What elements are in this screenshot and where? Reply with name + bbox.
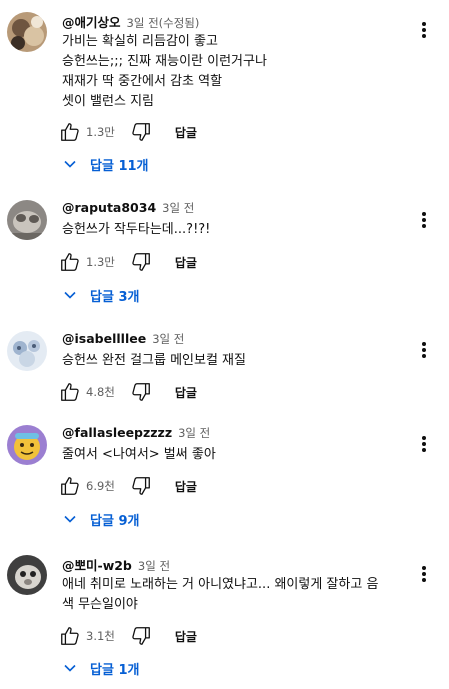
comment-author[interactable]: @애기상오 (62, 12, 121, 31)
thumbs-up-icon (61, 477, 79, 495)
avatar[interactable] (7, 555, 47, 595)
comment-author[interactable]: @뽀미-w2b (62, 555, 132, 574)
chevron-down-icon (64, 664, 76, 672)
more-actions-button[interactable] (414, 18, 434, 42)
view-replies-button[interactable]: 답글 11개 (62, 154, 149, 174)
avatar[interactable] (7, 12, 47, 52)
like-count: 4.8천 (86, 385, 115, 399)
like-button[interactable] (58, 250, 82, 274)
comment-time[interactable]: 3일 전 (138, 558, 170, 574)
comment-time[interactable]: 3일 전(수정됨) (127, 15, 200, 31)
comment-time[interactable]: 3일 전 (162, 200, 194, 216)
avatar[interactable] (7, 200, 47, 240)
comment-time[interactable]: 3일 전 (152, 331, 184, 347)
thumbs-up-icon (61, 123, 79, 141)
like-button[interactable] (58, 380, 82, 404)
comment-text: 애네 취미로 노래하는 거 아니였냐고... 왜이렇게 잘하고 음 색 무슨일이… (62, 575, 409, 615)
like-count: 1.3만 (86, 255, 115, 269)
comment-text-line: 줄여서 <나여서> 벌써 좋아 (62, 447, 216, 462)
comment-author[interactable]: @raputa8034 (62, 200, 156, 215)
comment-text: 가비는 확실히 리듬감이 좋고 승헌쓰는;;; 진짜 재능이란 이런거구나 재재… (62, 32, 409, 112)
comment-text-line: 가비는 확실히 리듬감이 좋고 (62, 34, 218, 49)
thumbs-up-icon (61, 383, 79, 401)
reply-button[interactable]: 답글 (175, 254, 197, 271)
comment-text-line: 애네 취미로 노래하는 거 아니였냐고... 왜이렇게 잘하고 음 (62, 577, 379, 592)
more-vert-icon (422, 212, 426, 228)
comment-text: 승헌쓰 완전 걸그룹 메인보컬 재질 (62, 351, 409, 371)
thumbs-down-icon (132, 253, 150, 271)
like-button[interactable] (58, 624, 82, 648)
comment-author[interactable]: @fallasleepzzzz (62, 425, 172, 440)
view-replies-label: 답글 9개 (90, 513, 140, 529)
like-count: 3.1천 (86, 629, 115, 643)
reply-button[interactable]: 답글 (175, 384, 197, 401)
view-replies-button[interactable]: 답글 9개 (62, 509, 139, 529)
comment-text-line: 셋이 밸런스 지림 (62, 94, 154, 109)
chevron-down-icon (64, 291, 76, 299)
comment-text-line: 승헌쓰가 작두타는데...?!?! (62, 222, 211, 237)
more-actions-button[interactable] (414, 432, 434, 456)
like-count: 6.9천 (86, 479, 115, 493)
dislike-button[interactable] (129, 474, 153, 498)
thumbs-up-icon (61, 627, 79, 645)
dislike-button[interactable] (129, 380, 153, 404)
chevron-down-icon (64, 160, 76, 168)
thumbs-down-icon (132, 383, 150, 401)
like-button[interactable] (58, 474, 82, 498)
thumbs-up-icon (61, 253, 79, 271)
reply-button[interactable]: 답글 (175, 628, 197, 645)
thumbs-down-icon (132, 123, 150, 141)
more-vert-icon (422, 342, 426, 358)
dislike-button[interactable] (129, 120, 153, 144)
comment-text: 승헌쓰가 작두타는데...?!?! (62, 220, 409, 240)
comment-text-line: 재재가 딱 중간에서 감초 역할 (62, 74, 223, 89)
like-count: 1.3만 (86, 125, 115, 139)
more-vert-icon (422, 566, 426, 582)
more-actions-button[interactable] (414, 208, 434, 232)
comment-text-line: 승헌쓰는;;; 진짜 재능이란 이런거구나 (62, 54, 267, 69)
avatar[interactable] (7, 425, 47, 465)
reply-button[interactable]: 답글 (175, 124, 197, 141)
chevron-down-icon (64, 515, 76, 523)
comment-text: 줄여서 <나여서> 벌써 좋아 (62, 445, 409, 465)
comment-text-line: 색 무슨일이야 (62, 597, 138, 612)
more-vert-icon (422, 436, 426, 452)
more-vert-icon (422, 22, 426, 38)
comment-author[interactable]: @isabellllee (62, 331, 146, 346)
dislike-button[interactable] (129, 250, 153, 274)
more-actions-button[interactable] (414, 338, 434, 362)
view-replies-label: 답글 11개 (90, 158, 149, 174)
avatar[interactable] (7, 331, 47, 371)
like-button[interactable] (58, 120, 82, 144)
thumbs-down-icon (132, 627, 150, 645)
view-replies-label: 답글 1개 (90, 662, 140, 678)
view-replies-label: 답글 3개 (90, 289, 140, 305)
dislike-button[interactable] (129, 624, 153, 648)
view-replies-button[interactable]: 답글 3개 (62, 285, 139, 305)
view-replies-button[interactable]: 답글 1개 (62, 658, 139, 678)
comment-text-line: 승헌쓰 완전 걸그룹 메인보컬 재질 (62, 353, 246, 368)
comment-time[interactable]: 3일 전 (178, 425, 210, 441)
more-actions-button[interactable] (414, 562, 434, 586)
thumbs-down-icon (132, 477, 150, 495)
reply-button[interactable]: 답글 (175, 478, 197, 495)
